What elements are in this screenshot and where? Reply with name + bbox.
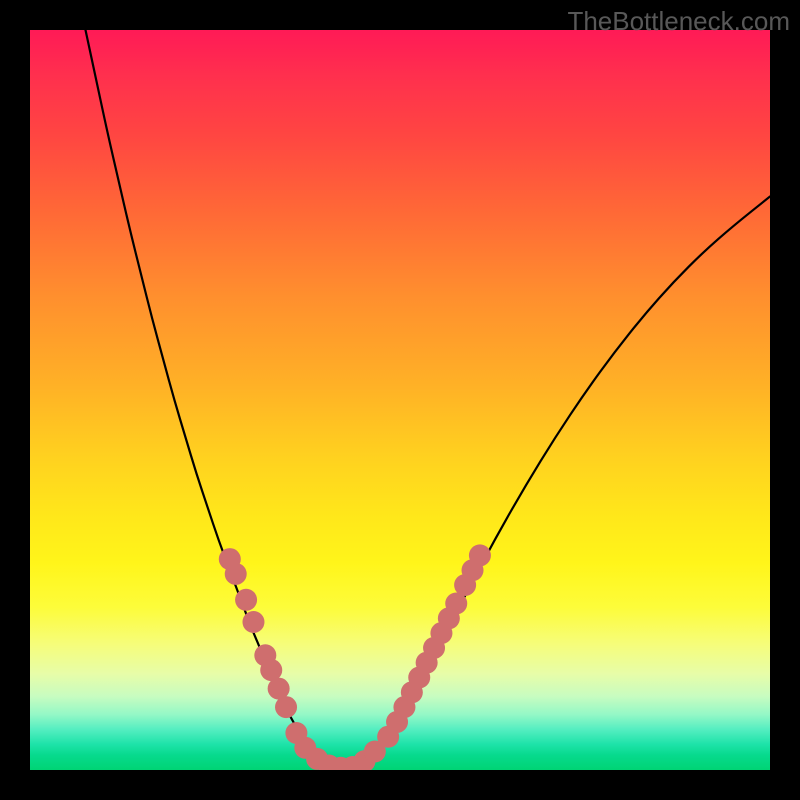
- data-dot: [225, 563, 247, 585]
- bottleneck-curve: [30, 30, 770, 770]
- chart-frame: [30, 30, 770, 770]
- data-dot: [235, 589, 257, 611]
- data-dots: [219, 544, 491, 770]
- data-dot: [242, 611, 264, 633]
- plot-area: [30, 30, 770, 770]
- data-dot: [469, 544, 491, 566]
- watermark-text: TheBottleneck.com: [567, 6, 790, 37]
- data-dot: [275, 696, 297, 718]
